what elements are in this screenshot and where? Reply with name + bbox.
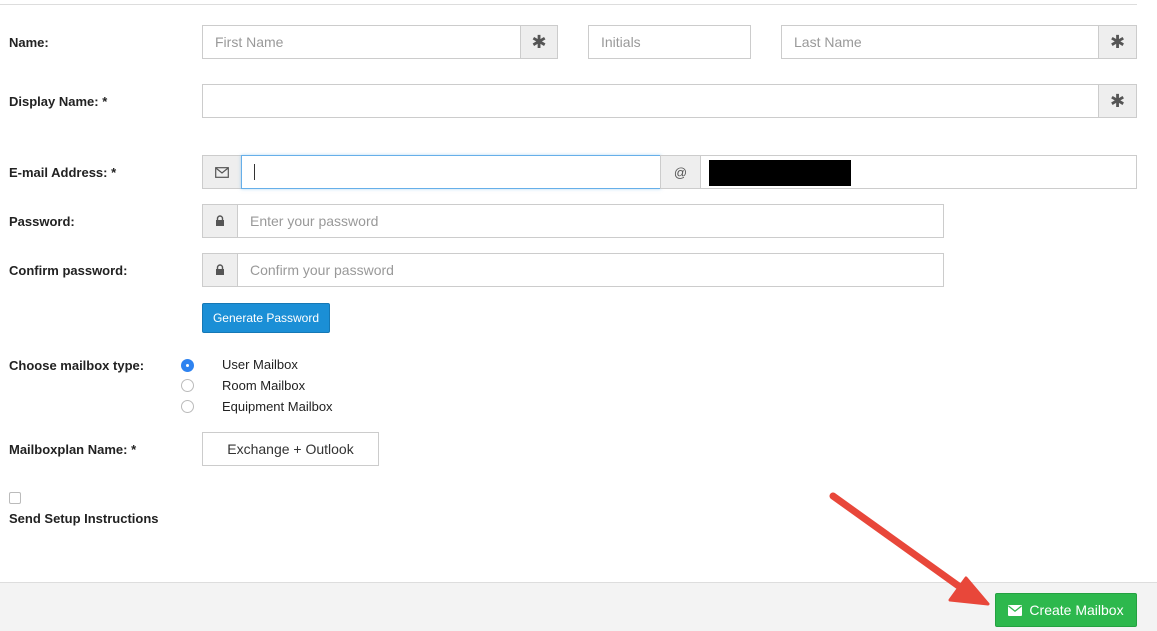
create-mailbox-button[interactable]: Create Mailbox	[995, 593, 1137, 627]
confirm-password-placeholder: Confirm your password	[250, 262, 394, 278]
confirm-password-input[interactable]: Confirm your password	[237, 253, 944, 287]
generate-password-button[interactable]: Generate Password	[202, 303, 330, 333]
radio-label-room-mailbox: Room Mailbox	[222, 378, 306, 393]
confirm-password-label: Confirm password:	[9, 263, 128, 278]
radio-room-mailbox[interactable]	[181, 379, 194, 392]
send-setup-label: Send Setup Instructions	[9, 511, 159, 526]
display-name-input[interactable]	[202, 84, 1099, 118]
envelope-icon	[215, 166, 229, 178]
at-addon: @	[660, 155, 701, 189]
envelope-icon	[1008, 604, 1023, 616]
mailbox-type-label: Choose mailbox type:	[9, 358, 145, 373]
first-name-placeholder: First Name	[215, 34, 284, 50]
redacted-domain	[709, 160, 851, 186]
first-name-required-addon: ✱	[520, 25, 558, 59]
top-divider	[0, 4, 1137, 5]
radio-label-user-mailbox: User Mailbox	[222, 357, 298, 372]
password-label: Password:	[9, 214, 75, 229]
last-name-input[interactable]: Last Name	[781, 25, 1099, 59]
radio-equipment-mailbox[interactable]	[181, 400, 194, 413]
display-name-required-addon: ✱	[1098, 84, 1137, 118]
last-name-required-addon: ✱	[1098, 25, 1137, 59]
asterisk-icon: ✱	[1109, 32, 1126, 52]
lock-icon	[216, 264, 224, 275]
confirm-password-addon	[202, 253, 238, 287]
first-name-input[interactable]: First Name	[202, 25, 521, 59]
password-placeholder: Enter your password	[250, 213, 379, 229]
password-input[interactable]: Enter your password	[237, 204, 944, 238]
mailboxplan-select[interactable]: Exchange + Outlook	[202, 432, 379, 466]
create-mailbox-label: Create Mailbox	[1029, 602, 1124, 618]
email-addon	[202, 155, 242, 189]
name-label: Name:	[9, 35, 49, 50]
display-name-label: Display Name: *	[9, 94, 108, 109]
text-cursor	[254, 164, 255, 180]
password-addon	[202, 204, 238, 238]
email-label: E-mail Address: *	[9, 165, 117, 180]
last-name-placeholder: Last Name	[794, 34, 862, 50]
mailboxplan-label: Mailboxplan Name: *	[9, 442, 137, 457]
radio-label-equipment-mailbox: Equipment Mailbox	[222, 399, 333, 414]
asterisk-icon: ✱	[531, 32, 547, 52]
lock-icon	[216, 215, 224, 226]
initials-input[interactable]: Initials	[588, 25, 751, 59]
initials-placeholder: Initials	[601, 34, 641, 50]
radio-user-mailbox[interactable]	[181, 359, 194, 372]
at-symbol: @	[673, 164, 688, 180]
asterisk-icon: ✱	[1109, 91, 1126, 111]
email-username-input[interactable]	[241, 155, 661, 189]
footer-bar	[0, 582, 1157, 631]
send-setup-checkbox[interactable]	[9, 492, 21, 504]
